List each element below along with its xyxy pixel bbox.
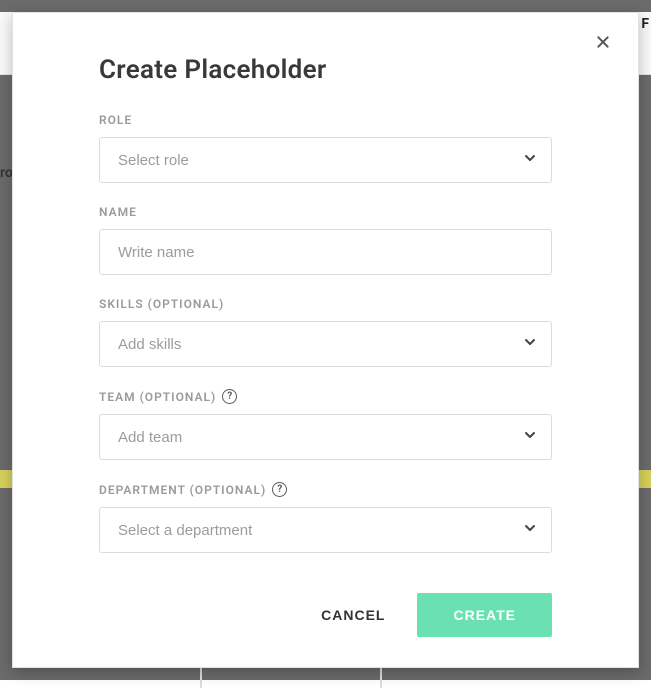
close-icon — [595, 34, 611, 54]
department-field: DEPARTMENT (OPTIONAL) ? Select a departm… — [99, 482, 552, 553]
create-button[interactable]: CREATE — [417, 593, 552, 637]
name-field: NAME — [99, 205, 552, 275]
role-select[interactable]: Select role — [99, 137, 552, 183]
cancel-button[interactable]: CANCEL — [315, 597, 391, 633]
app-backdrop: ro F Create Placeholder ROLE Select role — [0, 0, 651, 680]
role-field: ROLE Select role — [99, 113, 552, 183]
help-icon[interactable]: ? — [272, 482, 287, 497]
skills-select[interactable]: Add skills — [99, 321, 552, 367]
skills-label: SKILLS (OPTIONAL) — [99, 297, 552, 311]
skills-field: SKILLS (OPTIONAL) Add skills — [99, 297, 552, 367]
modal-title: Create Placeholder — [99, 55, 552, 85]
team-field: TEAM (OPTIONAL) ? Add team — [99, 389, 552, 460]
help-icon[interactable]: ? — [222, 389, 237, 404]
department-select[interactable]: Select a department — [99, 507, 552, 553]
create-placeholder-modal: Create Placeholder ROLE Select role NAME… — [12, 12, 639, 668]
background-truncated-left-text: ro — [0, 165, 13, 181]
department-label: DEPARTMENT (OPTIONAL) ? — [99, 482, 552, 497]
name-input[interactable] — [99, 229, 552, 275]
team-select[interactable]: Add team — [99, 414, 552, 460]
role-label: ROLE — [99, 113, 552, 127]
team-label: TEAM (OPTIONAL) ? — [99, 389, 552, 404]
name-label: NAME — [99, 205, 552, 219]
department-label-text: DEPARTMENT (OPTIONAL) — [99, 483, 266, 497]
team-label-text: TEAM (OPTIONAL) — [99, 390, 216, 404]
modal-actions: CANCEL CREATE — [13, 575, 638, 667]
close-button[interactable] — [590, 31, 616, 57]
background-truncated-right-text: F — [641, 16, 649, 32]
